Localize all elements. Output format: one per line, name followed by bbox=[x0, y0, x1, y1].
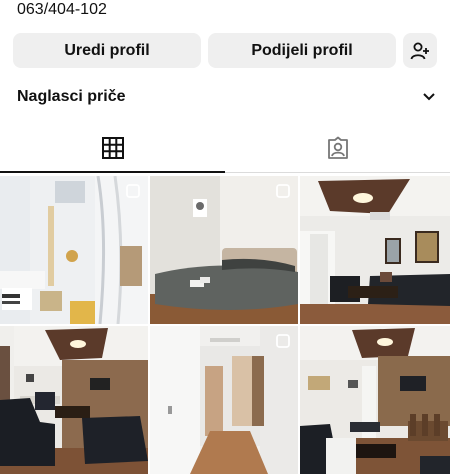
multiple-photos-icon bbox=[276, 184, 290, 198]
multiple-photos-icon bbox=[126, 184, 140, 198]
profile-phone: 063/404-102 bbox=[17, 1, 107, 18]
active-tab-indicator bbox=[0, 171, 225, 173]
post-bedroom[interactable] bbox=[150, 176, 298, 324]
posts-gallery bbox=[0, 176, 450, 474]
post-living-room-dining[interactable] bbox=[300, 326, 450, 474]
story-highlights-toggle[interactable]: Naglasci priče bbox=[17, 86, 436, 108]
story-highlights-label: Naglasci priče bbox=[17, 88, 126, 105]
living-room-photo bbox=[300, 176, 450, 324]
add-person-icon bbox=[410, 42, 429, 59]
bedroom-photo bbox=[150, 176, 298, 324]
tab-posts-grid[interactable] bbox=[0, 124, 225, 172]
post-bathroom[interactable] bbox=[0, 176, 148, 324]
bathroom-photo bbox=[0, 176, 148, 324]
tab-tagged[interactable] bbox=[225, 124, 450, 172]
post-hallway[interactable] bbox=[150, 326, 298, 474]
add-person-button[interactable] bbox=[403, 33, 437, 68]
living-room-dining-photo bbox=[300, 326, 450, 474]
multiple-photos-icon bbox=[276, 334, 290, 348]
grid-icon bbox=[101, 137, 124, 159]
chevron-down-icon bbox=[423, 93, 435, 101]
share-profile-button[interactable]: Podijeli profil bbox=[208, 33, 396, 68]
tagged-person-icon bbox=[327, 136, 348, 159]
hallway-photo bbox=[150, 326, 298, 474]
edit-profile-button[interactable]: Uredi profil bbox=[13, 33, 201, 68]
living-room-tv-photo bbox=[0, 326, 148, 474]
profile-actions: Uredi profil Podijeli profil bbox=[13, 33, 437, 68]
profile-tabs bbox=[0, 124, 450, 173]
post-living-room[interactable] bbox=[300, 176, 450, 324]
post-living-room-tv[interactable] bbox=[0, 326, 148, 474]
